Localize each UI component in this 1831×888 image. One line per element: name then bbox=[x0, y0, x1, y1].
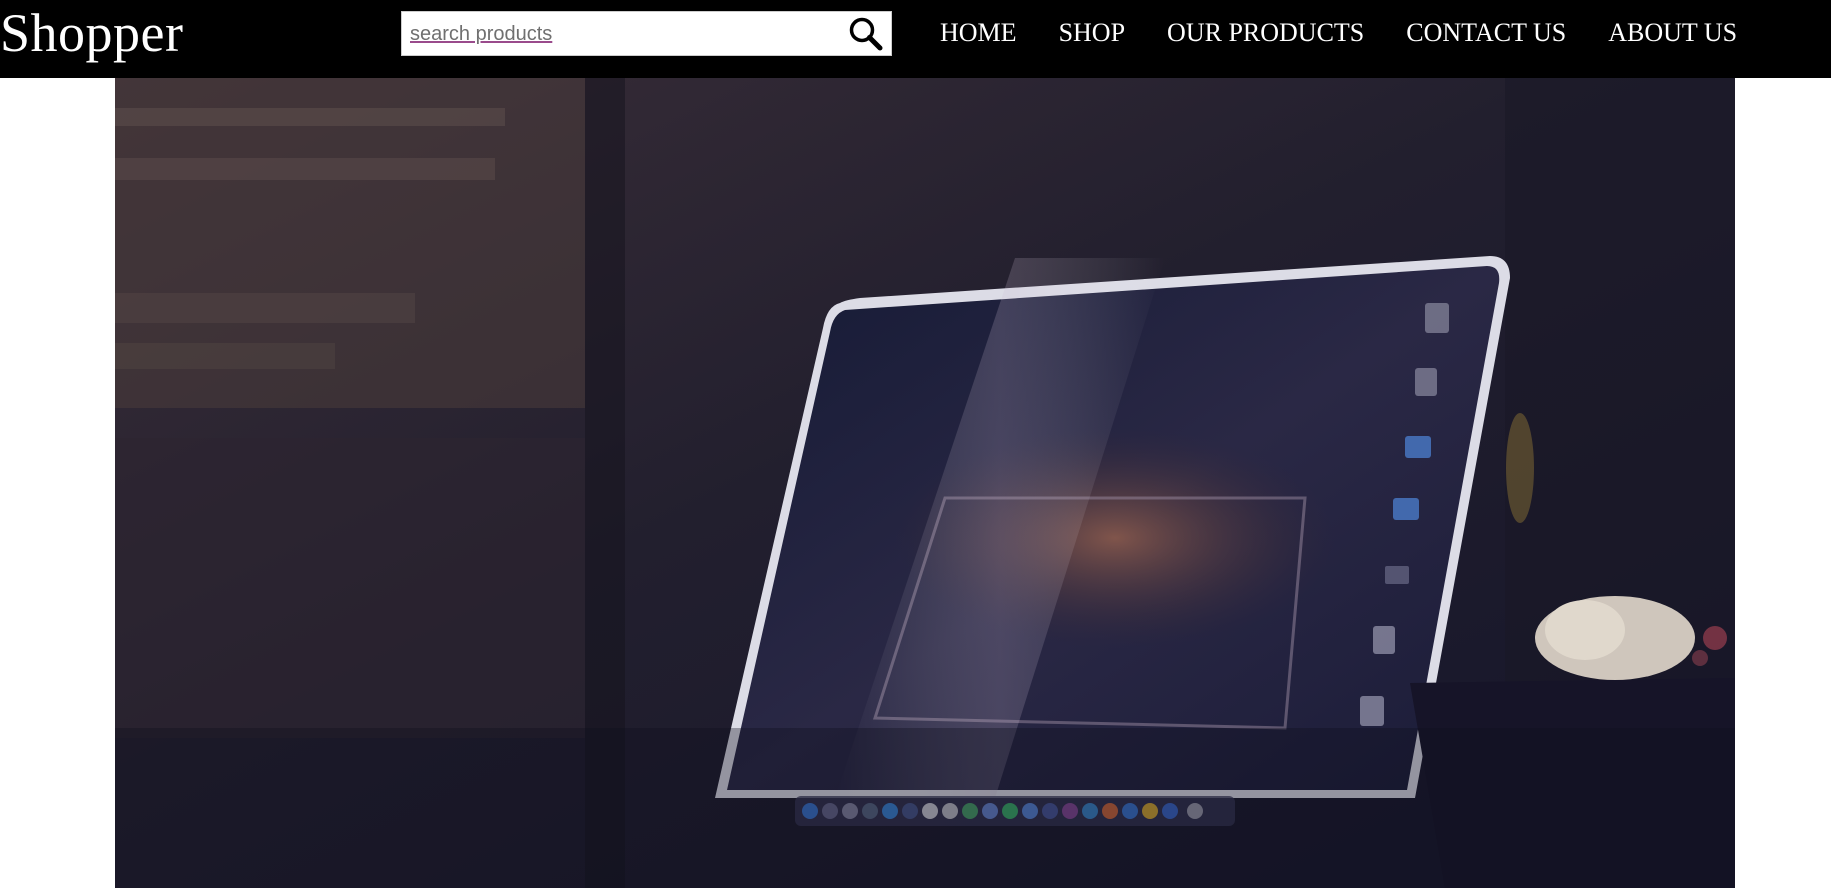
laptop-photo bbox=[115, 78, 1735, 888]
nav-our-products[interactable]: OUR PRODUCTS bbox=[1167, 18, 1364, 48]
main-nav: HOME SHOP OUR PRODUCTS CONTACT US ABOUT … bbox=[940, 0, 1779, 66]
search-input[interactable] bbox=[410, 20, 830, 48]
top-navbar: Shopper HOME SHOP OUR PRODUCTS CONTACT U… bbox=[0, 0, 1831, 78]
brand-logo[interactable]: Shopper bbox=[0, 2, 183, 64]
nav-home[interactable]: HOME bbox=[940, 18, 1017, 48]
nav-about-us[interactable]: ABOUT US bbox=[1608, 18, 1737, 48]
search-box bbox=[401, 11, 892, 56]
nav-contact-us[interactable]: CONTACT US bbox=[1406, 18, 1566, 48]
search-icon bbox=[849, 17, 883, 51]
nav-shop[interactable]: SHOP bbox=[1059, 18, 1125, 48]
hero-image bbox=[115, 78, 1735, 888]
search-button[interactable] bbox=[845, 14, 887, 54]
